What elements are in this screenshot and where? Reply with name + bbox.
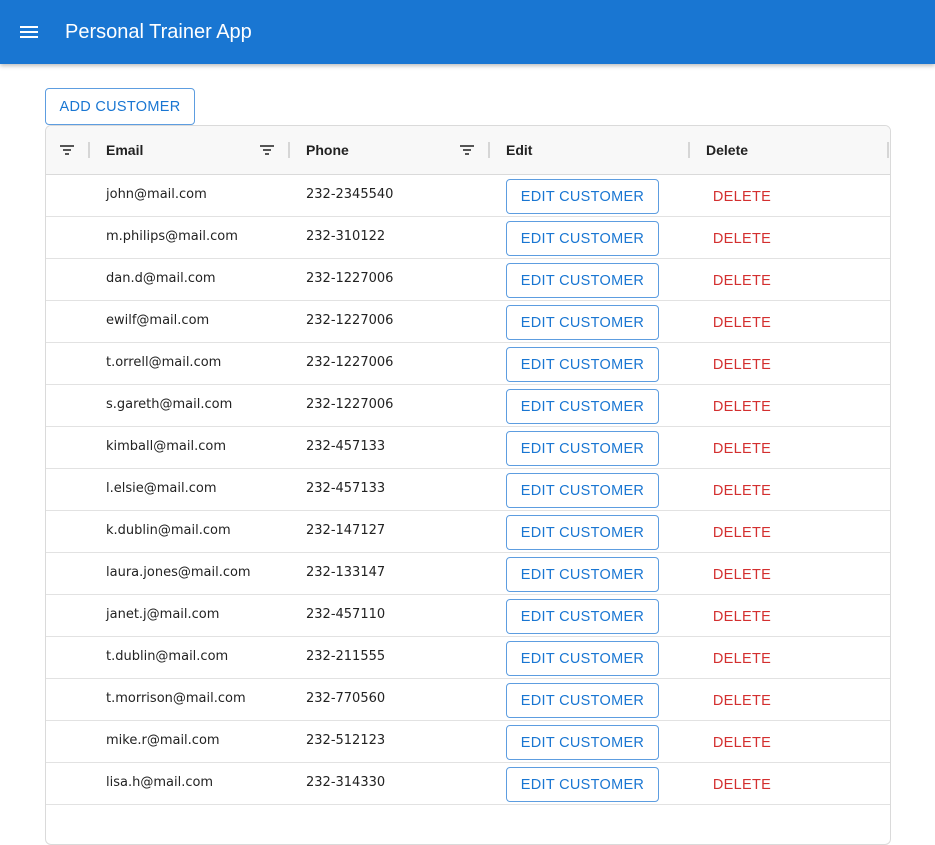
phone-cell: 232-1227006 (306, 313, 394, 328)
delete-button[interactable]: DELETE (706, 557, 778, 592)
edit-customer-button[interactable]: EDIT CUSTOMER (506, 179, 659, 214)
phone-cell: 232-1227006 (306, 397, 394, 412)
table-row: l.elsie@mail.com 232-457133 EDIT CUSTOME… (46, 469, 890, 511)
column-header-phone[interactable]: Phone (306, 142, 349, 158)
column-separator[interactable] (88, 142, 90, 158)
customer-table: Email Phone Edit Delete john@mail.com 23… (45, 125, 891, 845)
table-row: janet.j@mail.com 232-457110 EDIT CUSTOME… (46, 595, 890, 637)
table-row: t.dublin@mail.com 232-211555 EDIT CUSTOM… (46, 637, 890, 679)
delete-button[interactable]: DELETE (706, 641, 778, 676)
phone-cell: 232-314330 (306, 775, 386, 790)
table-row: m.philips@mail.com 232-310122 EDIT CUSTO… (46, 217, 890, 259)
table-row: dan.d@mail.com 232-1227006 EDIT CUSTOMER… (46, 259, 890, 301)
email-cell: l.elsie@mail.com (106, 481, 217, 496)
table-row: john@mail.com 232-2345540 EDIT CUSTOMER … (46, 175, 890, 217)
table-row: s.gareth@mail.com 232-1227006 EDIT CUSTO… (46, 385, 890, 427)
delete-button[interactable]: DELETE (706, 263, 778, 298)
column-separator[interactable] (488, 142, 490, 158)
column-separator[interactable] (688, 142, 690, 158)
table-body: john@mail.com 232-2345540 EDIT CUSTOMER … (46, 175, 890, 805)
phone-cell: 232-457110 (306, 607, 386, 622)
email-cell: m.philips@mail.com (106, 229, 238, 244)
delete-button[interactable]: DELETE (706, 431, 778, 466)
table-row: mike.r@mail.com 232-512123 EDIT CUSTOMER… (46, 721, 890, 763)
email-cell: k.dublin@mail.com (106, 523, 231, 538)
edit-customer-button[interactable]: EDIT CUSTOMER (506, 473, 659, 508)
column-header-delete[interactable]: Delete (706, 142, 748, 158)
email-cell: john@mail.com (106, 187, 207, 202)
delete-button[interactable]: DELETE (706, 683, 778, 718)
phone-cell: 232-1227006 (306, 355, 394, 370)
table-header: Email Phone Edit Delete (46, 126, 890, 175)
table-row: k.dublin@mail.com 232-147127 EDIT CUSTOM… (46, 511, 890, 553)
email-cell: s.gareth@mail.com (106, 397, 233, 412)
email-cell: ewilf@mail.com (106, 313, 210, 328)
phone-cell: 232-512123 (306, 733, 386, 748)
delete-button[interactable]: DELETE (706, 515, 778, 550)
delete-button[interactable]: DELETE (706, 599, 778, 634)
delete-button[interactable]: DELETE (706, 347, 778, 382)
email-cell: kimball@mail.com (106, 439, 226, 454)
phone-cell: 232-133147 (306, 565, 386, 580)
menu-icon[interactable] (17, 20, 41, 44)
edit-customer-button[interactable]: EDIT CUSTOMER (506, 431, 659, 466)
filter-icon[interactable] (259, 142, 275, 158)
phone-cell: 232-2345540 (306, 187, 394, 202)
email-cell: janet.j@mail.com (106, 607, 220, 622)
edit-customer-button[interactable]: EDIT CUSTOMER (506, 641, 659, 676)
email-cell: t.dublin@mail.com (106, 649, 229, 664)
edit-customer-button[interactable]: EDIT CUSTOMER (506, 557, 659, 592)
edit-customer-button[interactable]: EDIT CUSTOMER (506, 263, 659, 298)
edit-customer-button[interactable]: EDIT CUSTOMER (506, 347, 659, 382)
column-header-edit[interactable]: Edit (506, 142, 532, 158)
phone-cell: 232-770560 (306, 691, 386, 706)
edit-customer-button[interactable]: EDIT CUSTOMER (506, 389, 659, 424)
phone-cell: 232-310122 (306, 229, 386, 244)
table-row: ewilf@mail.com 232-1227006 EDIT CUSTOMER… (46, 301, 890, 343)
add-customer-button[interactable]: ADD CUSTOMER (45, 88, 195, 125)
edit-customer-button[interactable]: EDIT CUSTOMER (506, 767, 659, 802)
phone-cell: 232-147127 (306, 523, 386, 538)
delete-button[interactable]: DELETE (706, 473, 778, 508)
filter-icon[interactable] (459, 142, 475, 158)
phone-cell: 232-1227006 (306, 271, 394, 286)
edit-customer-button[interactable]: EDIT CUSTOMER (506, 221, 659, 256)
email-cell: t.morrison@mail.com (106, 691, 246, 706)
column-separator[interactable] (288, 142, 290, 158)
column-separator[interactable] (887, 142, 889, 158)
phone-cell: 232-211555 (306, 649, 386, 664)
edit-customer-button[interactable]: EDIT CUSTOMER (506, 515, 659, 550)
email-cell: mike.r@mail.com (106, 733, 220, 748)
email-cell: t.orrell@mail.com (106, 355, 222, 370)
table-row: laura.jones@mail.com 232-133147 EDIT CUS… (46, 553, 890, 595)
edit-customer-button[interactable]: EDIT CUSTOMER (506, 305, 659, 340)
edit-customer-button[interactable]: EDIT CUSTOMER (506, 683, 659, 718)
phone-cell: 232-457133 (306, 481, 386, 496)
delete-button[interactable]: DELETE (706, 767, 778, 802)
email-cell: laura.jones@mail.com (106, 565, 251, 580)
filter-icon[interactable] (59, 142, 75, 158)
delete-button[interactable]: DELETE (706, 725, 778, 760)
app-title: Personal Trainer App (65, 21, 252, 43)
delete-button[interactable]: DELETE (706, 305, 778, 340)
delete-button[interactable]: DELETE (706, 389, 778, 424)
email-cell: dan.d@mail.com (106, 271, 216, 286)
delete-button[interactable]: DELETE (706, 221, 778, 256)
edit-customer-button[interactable]: EDIT CUSTOMER (506, 599, 659, 634)
delete-button[interactable]: DELETE (706, 179, 778, 214)
phone-cell: 232-457133 (306, 439, 386, 454)
app-bar: Personal Trainer App (0, 0, 935, 64)
table-row: lisa.h@mail.com 232-314330 EDIT CUSTOMER… (46, 763, 890, 805)
column-header-email[interactable]: Email (106, 142, 143, 158)
email-cell: lisa.h@mail.com (106, 775, 214, 790)
edit-customer-button[interactable]: EDIT CUSTOMER (506, 725, 659, 760)
table-row: kimball@mail.com 232-457133 EDIT CUSTOME… (46, 427, 890, 469)
table-row: t.orrell@mail.com 232-1227006 EDIT CUSTO… (46, 343, 890, 385)
table-row: t.morrison@mail.com 232-770560 EDIT CUST… (46, 679, 890, 721)
